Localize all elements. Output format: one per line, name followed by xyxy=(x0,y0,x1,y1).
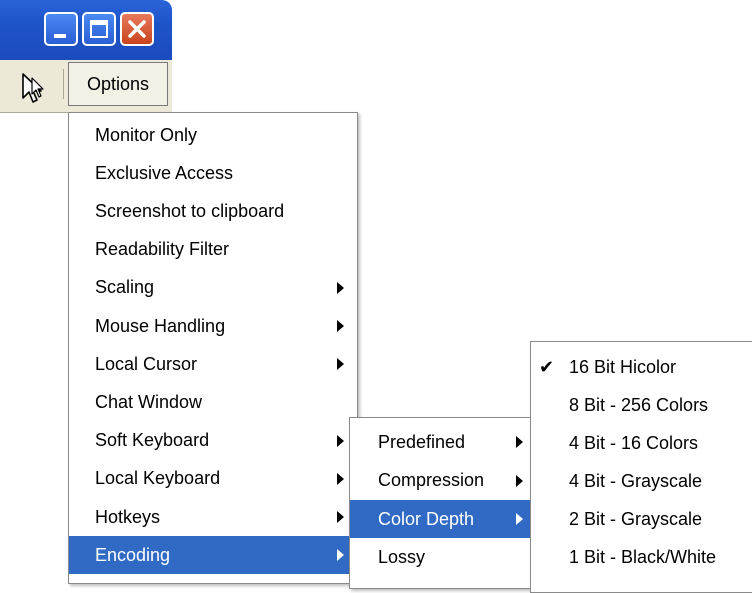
submenu-arrow-icon xyxy=(337,549,344,562)
maximize-button[interactable] xyxy=(82,12,116,46)
menu-item-label: Color Depth xyxy=(378,508,475,529)
menu-item-label: 2 Bit - Grayscale xyxy=(569,508,703,529)
menu-item-label: 16 Bit Hicolor xyxy=(569,356,677,377)
color-depth-item-16-bit-hicolor[interactable]: ✔ 16 Bit Hicolor xyxy=(531,348,752,386)
menu-item-local-keyboard[interactable]: Local Keyboard xyxy=(69,460,357,498)
close-icon xyxy=(128,20,146,38)
menu-item-hotkeys[interactable]: Hotkeys xyxy=(69,498,357,536)
menu-item-label: Hotkeys xyxy=(95,506,161,527)
color-depth-item-2-bit-grayscale[interactable]: 2 Bit - Grayscale xyxy=(531,500,752,538)
color-depth-item-4-bit-16-colors[interactable]: 4 Bit - 16 Colors xyxy=(531,424,752,462)
menu-item-label: Soft Keyboard xyxy=(95,430,210,451)
options-menu: Monitor Only Exclusive Access Screenshot t… xyxy=(68,112,358,584)
window-titlebar xyxy=(0,0,172,60)
menu-item-label: 4 Bit - Grayscale xyxy=(569,470,703,491)
color-depth-submenu: ✔ 16 Bit Hicolor 8 Bit - 256 Colors 4 Bit -… xyxy=(530,341,752,593)
encoding-item-lossy[interactable]: Lossy xyxy=(350,539,534,577)
submenu-arrow-icon xyxy=(337,511,344,523)
mouse-cursor-icon[interactable] xyxy=(20,72,48,106)
menu-item-label: Monitor Only xyxy=(95,124,198,145)
menu-item-label: Mouse Handling xyxy=(95,315,226,336)
options-menu-button[interactable]: Options xyxy=(63,62,168,106)
color-depth-item-4-bit-grayscale[interactable]: 4 Bit - Grayscale xyxy=(531,462,752,500)
menu-item-label: Readability Filter xyxy=(95,239,230,260)
submenu-arrow-icon xyxy=(337,472,344,485)
encoding-item-compression[interactable]: Compression xyxy=(350,462,534,500)
menu-item-label: Local Cursor xyxy=(95,353,198,374)
submenu-arrow-icon xyxy=(516,474,523,487)
menu-item-label: Predefined xyxy=(378,431,466,452)
menu-item-monitor-only[interactable]: Monitor Only xyxy=(69,116,357,154)
color-depth-item-1-bit-black-white[interactable]: 1 Bit - Black/White xyxy=(531,538,752,576)
encoding-item-predefined[interactable]: Predefined xyxy=(350,423,534,461)
menu-item-label: Scaling xyxy=(95,277,155,298)
menu-item-scaling[interactable]: Scaling xyxy=(69,269,357,307)
menu-item-readability-filter[interactable]: Readability Filter xyxy=(69,231,357,269)
submenu-arrow-icon xyxy=(516,436,523,448)
menu-item-encoding[interactable]: Encoding xyxy=(69,536,357,575)
menu-item-mouse-handling[interactable]: Mouse Handling xyxy=(69,307,357,345)
close-button[interactable] xyxy=(120,12,154,46)
menu-item-soft-keyboard[interactable]: Soft Keyboard xyxy=(69,422,357,460)
menu-item-screenshot-to-clipboard[interactable]: Screenshot to clipboard xyxy=(69,192,357,230)
menu-item-local-cursor[interactable]: Local Cursor xyxy=(69,345,357,383)
menu-item-label: Chat Window xyxy=(95,391,203,412)
encoding-submenu: Predefined Compression Color Depth Lossy xyxy=(349,417,535,589)
menu-item-label: Compression xyxy=(378,470,485,490)
checkmark-icon: ✔ xyxy=(539,356,555,377)
encoding-item-color-depth[interactable]: Color Depth xyxy=(350,500,534,538)
menu-item-label: 8 Bit - 256 Colors xyxy=(569,394,709,415)
minimize-button[interactable] xyxy=(44,12,78,46)
menu-item-label: 1 Bit - Black/White xyxy=(569,546,717,567)
submenu-arrow-icon xyxy=(337,434,344,447)
submenu-arrow-icon xyxy=(337,358,344,371)
submenu-arrow-icon xyxy=(337,281,344,294)
menu-item-label: Lossy xyxy=(378,547,426,567)
menu-item-label: Exclusive Access xyxy=(95,162,234,183)
submenu-arrow-icon xyxy=(337,320,344,332)
menu-item-label: 4 Bit - 16 Colors xyxy=(569,432,699,453)
menu-item-label: Screenshot to clipboard xyxy=(95,200,285,221)
submenu-arrow-icon xyxy=(516,513,523,525)
menu-item-label: Local Keyboard xyxy=(95,468,221,489)
menu-item-chat-window[interactable]: Chat Window xyxy=(69,383,357,421)
menu-item-exclusive-access[interactable]: Exclusive Access xyxy=(69,154,357,192)
menu-item-label: Encoding xyxy=(95,544,171,565)
color-depth-item-8-bit-256-colors[interactable]: 8 Bit - 256 Colors xyxy=(531,386,752,424)
